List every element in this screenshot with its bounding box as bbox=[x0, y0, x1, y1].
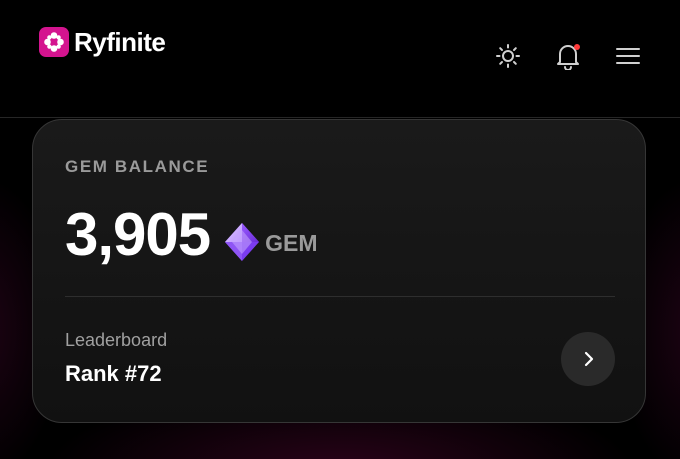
notification-dot bbox=[574, 44, 580, 50]
gem-balance-card: GEM BALANCE 3,905 GEM Leaderboard Rank #… bbox=[32, 119, 646, 423]
leaderboard-open-button[interactable] bbox=[561, 332, 615, 386]
theme-toggle-button[interactable] bbox=[492, 40, 524, 72]
card-title: GEM BALANCE bbox=[65, 157, 210, 176]
balance-row: 3,905 GEM bbox=[65, 204, 318, 266]
sun-icon bbox=[496, 44, 520, 68]
gem-balance-value: 3,905 bbox=[65, 201, 211, 268]
page: Ryfinite GEM BALANCE 3,905 GEM Leaderboa… bbox=[0, 0, 680, 459]
leaderboard-label: Leaderboard bbox=[65, 330, 168, 350]
logo-mark-icon bbox=[39, 27, 69, 57]
hamburger-menu-icon bbox=[616, 48, 640, 64]
brand-name: Ryfinite bbox=[74, 27, 166, 57]
top-header: Ryfinite bbox=[0, 0, 680, 118]
leaderboard-rank: Rank #72 bbox=[65, 361, 162, 386]
gem-icon bbox=[225, 223, 260, 261]
gem-unit-label: GEM bbox=[265, 230, 318, 256]
chevron-right-icon bbox=[584, 351, 594, 367]
brand-logo[interactable]: Ryfinite bbox=[39, 27, 166, 57]
notifications-button[interactable] bbox=[552, 40, 584, 72]
menu-button[interactable] bbox=[612, 40, 644, 72]
divider bbox=[65, 296, 615, 297]
